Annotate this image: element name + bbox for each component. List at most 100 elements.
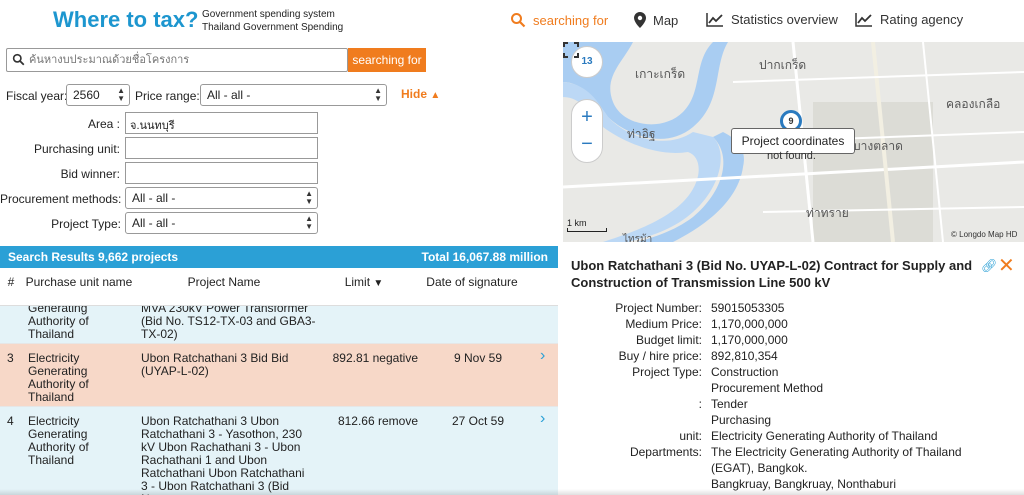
fiscal-year-select[interactable]: 2560 ▲ ▼	[66, 84, 130, 106]
nav-label: Statistics overview	[731, 12, 838, 27]
field-value: The Electricity Generating Authority of …	[711, 445, 962, 459]
bottom-edge-shadow	[0, 489, 1024, 495]
row-unit: Electricity Generating Authority of Thai…	[28, 351, 89, 404]
chart-icon	[855, 12, 872, 27]
row-limit: 812.66 remove	[337, 414, 418, 428]
project-type-value: All - all -	[132, 216, 176, 230]
fiscal-year-value: 2560	[73, 88, 100, 102]
field-value: (EGAT), Bangkok.	[711, 461, 808, 475]
sort-desc-icon: ▼	[373, 278, 384, 289]
row-date: 9 Nov 59	[453, 351, 503, 365]
column-header-project-name[interactable]: Project Name	[140, 275, 308, 290]
select-arrows-icon: ▲ ▼	[117, 86, 125, 103]
search-button[interactable]: searching for	[348, 48, 426, 72]
close-icon[interactable]: ✕	[998, 253, 1015, 278]
site-subtitle: Government spending system Thailand Gove…	[202, 8, 343, 34]
map-attribution[interactable]: © Longdo Map HD	[951, 230, 1017, 239]
triangle-up-icon: ▲	[430, 90, 441, 101]
field-key: Buy / hire price:	[618, 349, 702, 363]
results-table-body: Generating Authority of Thailand MVA 230…	[0, 306, 558, 495]
nav-label: Rating agency	[880, 12, 964, 27]
table-row[interactable]: 4 Electricity Generating Authority of Th…	[0, 407, 558, 495]
map-view[interactable]: เกาะเกร็ด ปากเกร็ด คลองเกลือ ท่าอิฐ บางต…	[563, 42, 1024, 242]
zoom-out-button[interactable]: −	[572, 134, 602, 154]
field-value: Procurement Method	[711, 381, 824, 395]
select-arrows-icon: ▲ ▼	[305, 189, 313, 206]
area-input[interactable]: จ.นนทบุรี	[125, 112, 318, 134]
row-project-name: Ubon Ratchathani 3 Ubon Ratchathani 3 - …	[141, 414, 305, 495]
procurement-methods-label: Procurement methods:	[0, 192, 122, 206]
search-icon	[511, 13, 526, 28]
nav-statistics-overview[interactable]: Statistics overview	[706, 12, 838, 27]
area-label: Area :	[87, 117, 120, 131]
column-header-date[interactable]: Date of signature	[422, 275, 522, 290]
procurement-value: All - all -	[132, 191, 176, 205]
purchasing-unit-input[interactable]	[125, 137, 318, 159]
hide-filters-link[interactable]: Hide ▲	[401, 87, 440, 101]
limit-header-label: Limit	[344, 275, 371, 289]
site-logo[interactable]: Where to tax?	[53, 7, 198, 33]
column-header-num: #	[7, 275, 15, 289]
project-type-select[interactable]: All - all - ▲ ▼	[125, 212, 318, 234]
price-range-select[interactable]: All - all - ▲ ▼	[200, 84, 387, 106]
fiscal-year-label: Fiscal year:	[6, 89, 68, 103]
search-icon	[12, 53, 25, 66]
nav-rating-agency[interactable]: Rating agency	[855, 12, 963, 27]
field-value: 1,170,000,000	[711, 333, 788, 347]
row-date: 27 Oct 59	[451, 414, 505, 428]
column-header-limit[interactable]: Limit ▼	[318, 275, 410, 291]
scale-label: 1 km	[567, 218, 587, 228]
hide-label: Hide	[401, 87, 428, 101]
zoom-control: + −	[571, 99, 603, 163]
nav-map[interactable]: Map	[634, 12, 678, 28]
purchasing-unit-label: Purchasing unit:	[33, 142, 120, 156]
chevron-right-icon[interactable]: ›	[540, 348, 545, 364]
map-tooltip-subtext: not found.	[767, 150, 816, 162]
table-row[interactable]: Generating Authority of Thailand MVA 230…	[0, 306, 558, 344]
results-summary-bar: Search Results 9,662 projects Total 16,0…	[0, 246, 558, 268]
row-number: 3	[7, 351, 14, 365]
column-header-unit[interactable]: Purchase unit name	[24, 275, 134, 290]
zoom-in-button[interactable]: +	[572, 107, 602, 127]
subtitle-line-1: Government spending system	[202, 9, 335, 20]
field-key: unit:	[679, 429, 702, 443]
field-key: Project Type:	[632, 365, 702, 379]
header: Where to tax? Government spending system…	[0, 0, 1024, 42]
row-project-name: Ubon Ratchathani 3 Bid Bid (UYAP-L-02)	[141, 351, 289, 378]
procurement-methods-select[interactable]: All - all - ▲ ▼	[125, 187, 318, 209]
field-value: Tender	[711, 397, 748, 411]
field-value: 59015053305	[711, 301, 785, 315]
price-range-value: All - all -	[207, 88, 251, 102]
nav-searching-for[interactable]: searching for	[510, 12, 608, 28]
search-input[interactable]	[29, 51, 345, 69]
results-count: Search Results 9,662 projects	[8, 250, 179, 264]
row-number: 4	[7, 414, 14, 428]
project-type-label: Project Type:	[51, 217, 121, 231]
field-key: Budget limit:	[635, 333, 702, 347]
row-unit: Generating Authority of Thailand	[28, 306, 89, 341]
field-key: Medium Price:	[625, 317, 702, 331]
select-arrows-icon: ▲ ▼	[305, 214, 313, 231]
row-unit: Electricity Generating Authority of Thai…	[28, 414, 89, 467]
map-place-label: ท่าอิฐ	[627, 127, 656, 141]
map-place-label: ไทรม้า	[623, 234, 653, 242]
price-range-label: Price range:	[135, 89, 200, 103]
field-key: Departments:	[629, 445, 702, 459]
field-value: Electricity Generating Authority of Thai…	[711, 429, 938, 443]
field-value: Construction	[711, 365, 779, 379]
results-table-header: # Purchase unit name Project Name Limit …	[0, 268, 558, 306]
fullscreen-icon[interactable]	[563, 42, 579, 58]
field-value: Purchasing	[711, 413, 772, 427]
row-limit: 892.81 negative	[332, 351, 418, 365]
chart-icon	[706, 12, 723, 27]
link-icon[interactable]: 🔗︎	[981, 258, 998, 274]
chevron-right-icon[interactable]: ›	[540, 411, 545, 427]
nav-label: searching for	[533, 12, 609, 28]
bid-winner-input[interactable]	[125, 162, 318, 184]
field-value: 1,170,000,000	[711, 317, 788, 331]
map-place-label: เกาะเกร็ด	[635, 67, 686, 81]
map-place-label: คลองเกลือ	[946, 97, 1001, 111]
table-row[interactable]: 3 Electricity Generating Authority of Th…	[0, 344, 558, 407]
select-arrows-icon: ▲ ▼	[374, 86, 382, 103]
field-key: :	[698, 397, 702, 411]
